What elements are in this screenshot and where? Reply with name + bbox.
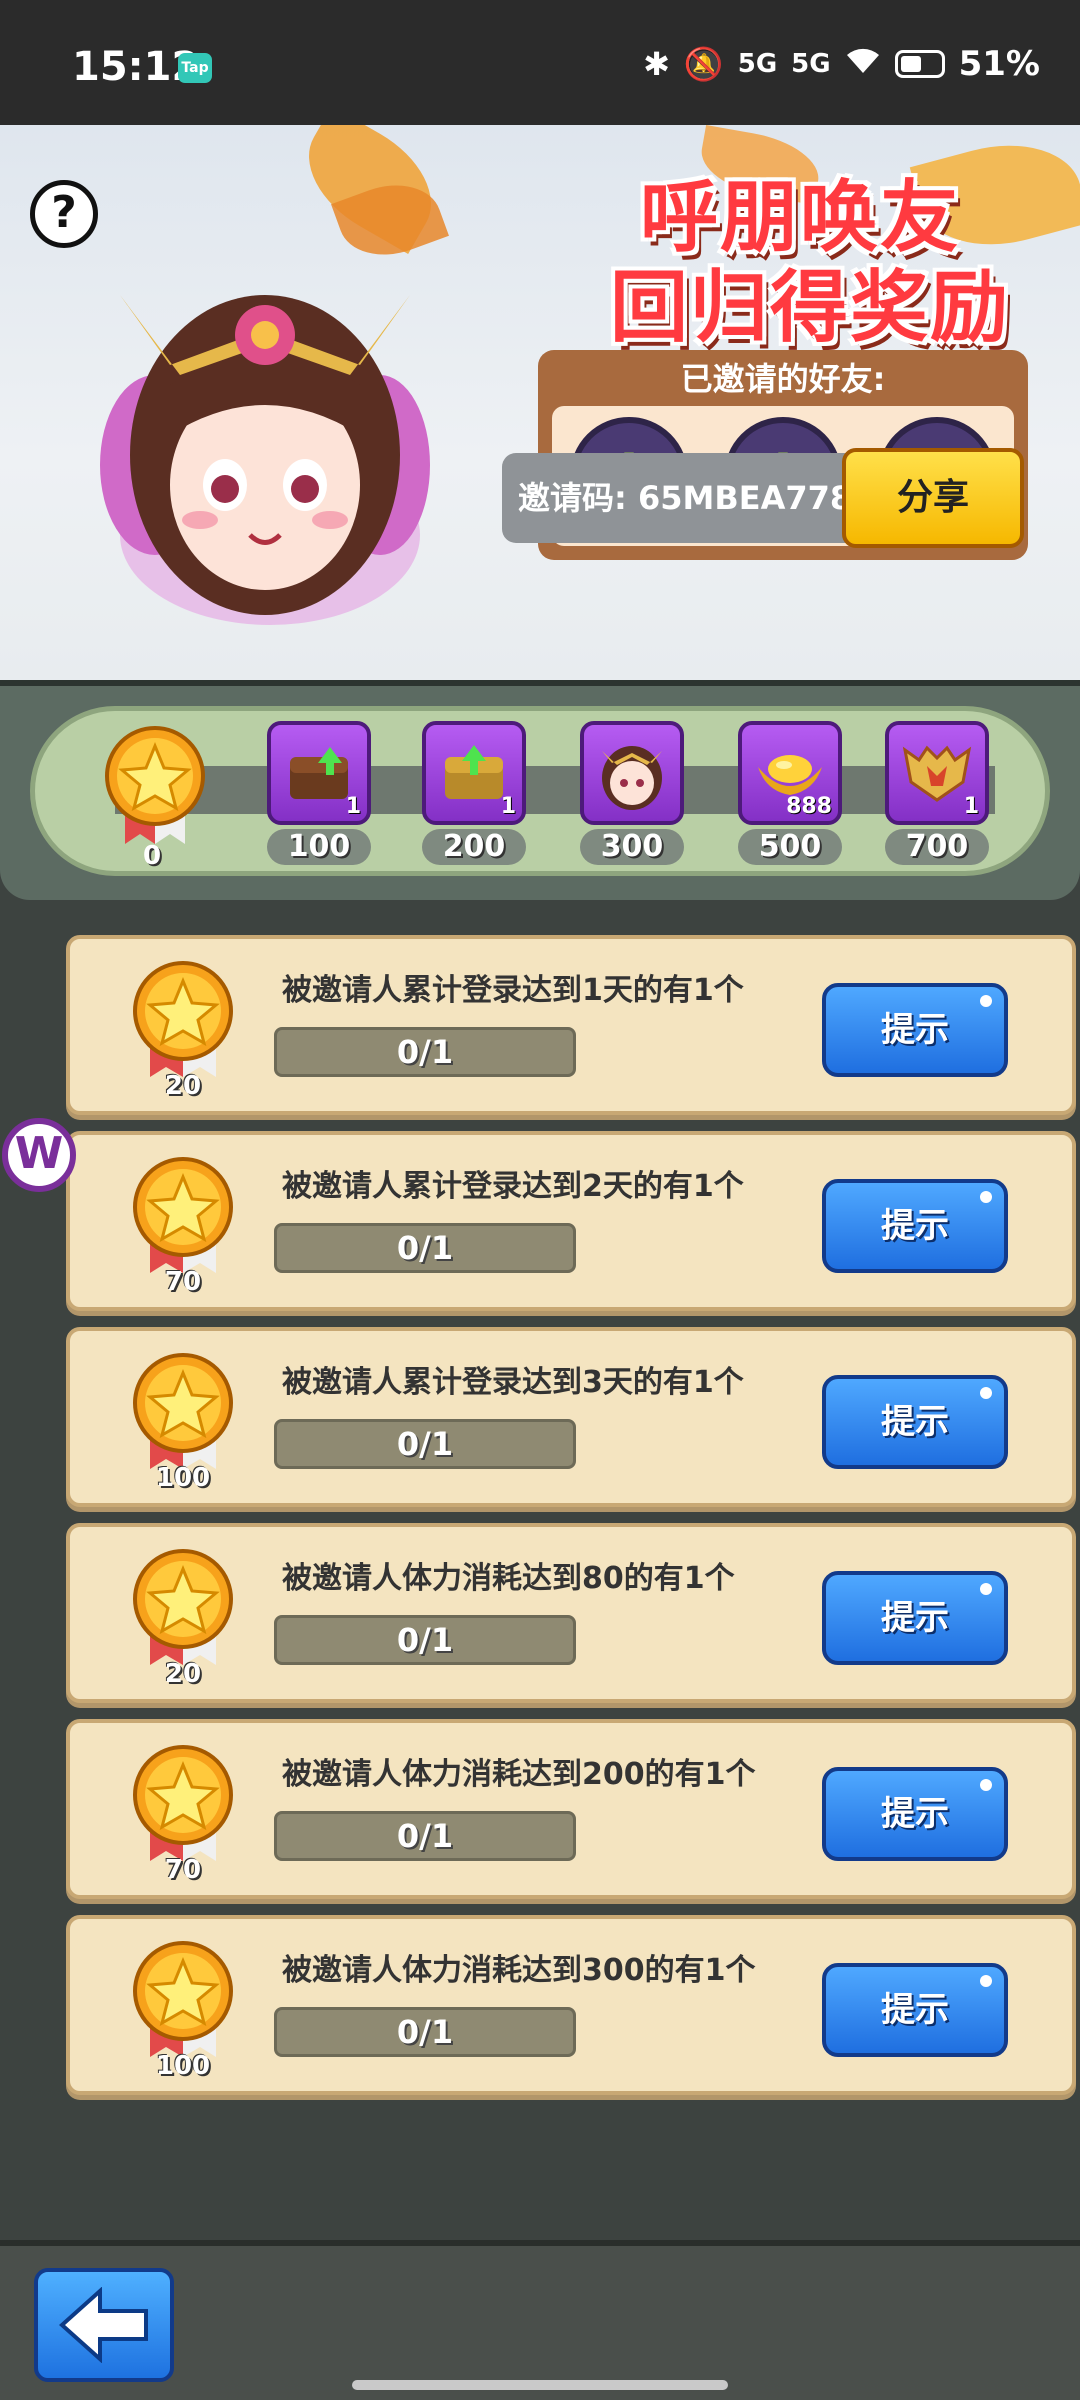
invite-banner: ? 呼朋唤友 回归得奖励 已邀请的好友: + + + 邀请码: 65MBEA77…: [0, 125, 1080, 680]
invited-friends-title: 已邀请的好友:: [680, 360, 886, 398]
back-arrow-icon: [59, 2287, 148, 2363]
banner-title-line2: 回归得奖励: [609, 263, 1010, 353]
hero-portrait-icon: [580, 721, 684, 825]
task-card: 70 被邀请人累计登录达到2天的有1个 0/1 提示: [66, 1131, 1076, 1311]
gold-ingot-icon: 888: [738, 721, 842, 825]
track-start-value: 0: [143, 841, 162, 871]
signal-5g-icon: 5G: [791, 49, 831, 79]
task-description: 被邀请人累计登录达到2天的有1个: [282, 1169, 744, 1204]
hero-portrait-image: [100, 295, 430, 625]
hint-button[interactable]: 提示: [822, 1767, 1008, 1861]
reward-threshold: 200: [422, 829, 526, 865]
floating-assistant-button[interactable]: W: [2, 1118, 76, 1192]
task-card: 20 被邀请人累计登录达到1天的有1个 0/1 提示: [66, 935, 1076, 1115]
share-button[interactable]: 分享: [842, 448, 1024, 548]
reward-count: 1: [500, 794, 516, 819]
reward-count: 888: [786, 794, 832, 819]
task-card: 100 被邀请人累计登录达到3天的有1个 0/1 提示: [66, 1327, 1076, 1507]
home-indicator[interactable]: [352, 2380, 728, 2390]
bluetooth-icon: ✱: [643, 45, 670, 83]
task-card: 100 被邀请人体力消耗达到300的有1个 0/1 提示: [66, 1915, 1076, 2095]
track-progress-bar: [115, 766, 995, 814]
task-description: 被邀请人累计登录达到3天的有1个: [282, 1365, 744, 1400]
task-progress-bar: 0/1: [274, 1811, 576, 1861]
reward-threshold: 300: [580, 829, 684, 865]
battery-icon: [894, 50, 945, 78]
task-description: 被邀请人累计登录达到1天的有1个: [282, 973, 744, 1008]
medal-reward-value: 20: [164, 1071, 202, 1101]
reward-700[interactable]: 1 700: [885, 721, 989, 865]
star-medal-icon: [128, 1939, 238, 2063]
task-progress-bar: 0/1: [274, 1223, 576, 1273]
medal-reward-value: 70: [164, 1267, 202, 1297]
status-icons: ✱ 🔕 5G 5G 51%: [643, 44, 1040, 84]
star-medal-icon: [128, 1547, 238, 1671]
medal-reward-value: 100: [155, 2051, 211, 2081]
task-description: 被邀请人体力消耗达到200的有1个: [282, 1757, 756, 1792]
star-medal-icon: [128, 1743, 238, 1867]
star-medal-icon: [128, 1155, 238, 1279]
task-progress-bar: 0/1: [274, 2007, 576, 2057]
battery-percent: 51%: [958, 44, 1040, 84]
reward-200[interactable]: 1 200: [422, 721, 526, 865]
chest-upgrade-icon: 1: [267, 721, 371, 825]
mute-icon: 🔕: [683, 45, 724, 83]
reward-threshold: 500: [738, 829, 842, 865]
task-description: 被邀请人体力消耗达到300的有1个: [282, 1953, 756, 1988]
task-card: 70 被邀请人体力消耗达到200的有1个 0/1 提示: [66, 1719, 1076, 1899]
reward-track-panel: 0 1 100 1 200 300 888 500 1 700: [0, 680, 1080, 900]
reward-count: 1: [345, 794, 361, 819]
star-medal-icon: [128, 1351, 238, 1475]
star-medal-icon: [105, 726, 205, 844]
reward-count: 1: [963, 794, 979, 819]
hint-button[interactable]: 提示: [822, 1179, 1008, 1273]
back-button[interactable]: [34, 2268, 174, 2382]
reward-threshold: 700: [885, 829, 989, 865]
status-bar: 15:12 Tap ✱ 🔕 5G 5G 51%: [0, 0, 1080, 125]
wifi-icon: [845, 45, 881, 83]
armor-icon: 1: [885, 721, 989, 825]
bottom-bar: [0, 2240, 1080, 2400]
task-progress-bar: 0/1: [274, 1615, 576, 1665]
invite-code: 邀请码: 65MBEA778: [502, 453, 862, 543]
star-medal-icon: [128, 959, 238, 1083]
hint-button[interactable]: 提示: [822, 1963, 1008, 2057]
chest-upgrade-icon: 1: [422, 721, 526, 825]
reward-track: 0 1 100 1 200 300 888 500 1 700: [30, 706, 1050, 876]
reward-100[interactable]: 1 100: [267, 721, 371, 865]
medal-reward-value: 100: [155, 1463, 211, 1493]
task-description: 被邀请人体力消耗达到80的有1个: [282, 1561, 735, 1596]
signal-5g-icon: 5G: [737, 49, 778, 79]
reward-threshold: 100: [267, 829, 371, 865]
hint-button[interactable]: 提示: [822, 1571, 1008, 1665]
task-card: 20 被邀请人体力消耗达到80的有1个 0/1 提示: [66, 1523, 1076, 1703]
medal-reward-value: 20: [164, 1659, 202, 1689]
medal-reward-value: 70: [164, 1855, 202, 1885]
tap-app-icon: Tap: [178, 53, 212, 83]
reward-300[interactable]: 300: [580, 721, 684, 865]
hint-button[interactable]: 提示: [822, 1375, 1008, 1469]
reward-500[interactable]: 888 500: [738, 721, 842, 865]
task-progress-bar: 0/1: [274, 1027, 576, 1077]
task-progress-bar: 0/1: [274, 1419, 576, 1469]
hint-button[interactable]: 提示: [822, 983, 1008, 1077]
